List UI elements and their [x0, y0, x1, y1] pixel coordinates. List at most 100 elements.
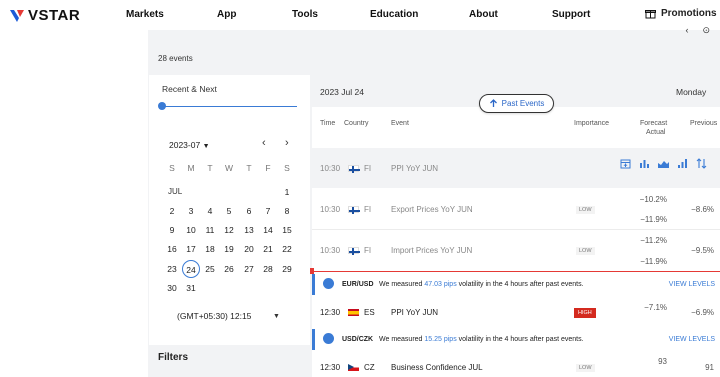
table-row[interactable]: 12:30 CZ Business Confidence JUL LOW 93 … [312, 353, 720, 377]
weekday-header: M [187, 163, 195, 173]
banner-pair: USD/CZK [342, 336, 374, 343]
calendar-day[interactable]: 5 [220, 202, 238, 220]
day-weekday: Monday [676, 87, 707, 97]
calendar-day[interactable]: 7 [259, 202, 277, 220]
calendar-day[interactable]: 3 [182, 202, 200, 220]
nav-support[interactable]: Support [552, 9, 590, 20]
calendar-day[interactable]: 1 [278, 183, 296, 201]
event-country: FI [348, 164, 371, 173]
timezone-select[interactable]: (GMT+05:30) 12:15 [177, 311, 251, 321]
row-tools [620, 158, 707, 169]
promotions-label: Promotions [661, 8, 717, 19]
table-row[interactable]: 12:30 ES PPI YoY JUN HIGH −7.1% −6.9% [312, 298, 720, 326]
range-slider-handle[interactable] [158, 102, 166, 110]
flag-fi-icon [348, 165, 360, 173]
bar-chart-icon[interactable] [639, 158, 650, 169]
flag-cz-icon [348, 364, 359, 371]
importance-badge: HIGH [574, 308, 596, 318]
view-levels-link[interactable]: VIEW LEVELS [669, 336, 715, 343]
table-row[interactable]: 10:30 FI Export Prices YoY JUN LOW −10.2… [312, 189, 720, 229]
banner-pips: 15.25 pips [424, 336, 457, 343]
calendar-day[interactable]: 10 [182, 221, 200, 239]
event-time: 10:30 [320, 246, 341, 255]
calendar-add-icon[interactable] [620, 158, 631, 169]
vstar-logo-icon [10, 9, 24, 22]
banner-msg-post: volatility in the 4 hours after past eve… [456, 336, 584, 343]
calendar-day[interactable]: 12 [220, 221, 238, 239]
event-name: Import Prices YoY JUN [391, 246, 473, 255]
event-time: 12:30 [320, 363, 341, 372]
flag-fi-icon [348, 247, 360, 255]
day-date: 2023 Jul 24 [320, 87, 364, 97]
calendar-day[interactable]: 15 [278, 221, 296, 239]
help-icon[interactable]: ⊙ [702, 25, 710, 36]
calendar-day[interactable]: 14 [259, 221, 277, 239]
brand-logo[interactable]: VSTAR [9, 7, 80, 24]
event-name: PPI YoY JUN [391, 308, 438, 317]
nav-app[interactable]: App [217, 9, 236, 20]
calendar-day[interactable]: 29 [278, 260, 296, 278]
calendar-day[interactable]: 30 [163, 279, 181, 297]
importance-badge: LOW [576, 247, 595, 255]
calendar-day[interactable]: 28 [259, 260, 277, 278]
nav-education[interactable]: Education [370, 9, 418, 20]
weekday-header: S [284, 163, 290, 173]
calendar-day[interactable]: 2 [163, 202, 181, 220]
previous-value: −8.6% [691, 205, 714, 214]
sort-icon[interactable] [696, 158, 707, 169]
caret-down-icon[interactable]: ▼ [273, 313, 280, 320]
calendar-day[interactable]: 16 [163, 240, 181, 258]
calendar-day[interactable]: 18 [201, 240, 219, 258]
flag-es-icon [348, 309, 359, 316]
area-chart-icon[interactable] [658, 158, 669, 169]
calendar-day[interactable]: 8 [278, 202, 296, 220]
event-name: Business Confidence JUL [391, 363, 483, 372]
next-month-icon[interactable]: › [285, 137, 289, 149]
calendar-day[interactable]: 9 [163, 221, 181, 239]
nav-about[interactable]: About [469, 9, 498, 20]
table-row[interactable]: 10:30 FI Import Prices YoY JUN LOW −11.2… [312, 230, 720, 270]
filters-heading[interactable]: Filters [158, 352, 188, 363]
calendar-month-label: JUL [168, 187, 183, 196]
country-code: FI [364, 164, 372, 173]
calendar-day[interactable]: 31 [182, 279, 200, 297]
calendar-day[interactable]: 21 [259, 240, 277, 258]
banner-message: We measured 15.25 pips volatility in the… [379, 336, 584, 343]
calendar-day[interactable]: 27 [240, 260, 258, 278]
calendar-day[interactable]: 20 [240, 240, 258, 258]
month-select[interactable]: 2023-07 ▼ [169, 140, 210, 150]
calendar-day[interactable]: 6 [240, 202, 258, 220]
arrow-up-icon [489, 99, 497, 107]
nav-markets[interactable]: Markets [126, 9, 164, 20]
prev-month-icon[interactable]: ‹ [262, 137, 266, 149]
calendar-day[interactable]: 13 [240, 221, 258, 239]
col-forecast: Forecast [640, 120, 668, 127]
calendar-day[interactable]: 25 [201, 260, 219, 278]
calendar-day[interactable]: 22 [278, 240, 296, 258]
col-importance: Importance [574, 120, 610, 127]
actual-value: −11.9% [640, 215, 667, 224]
calendar-day[interactable]: 11 [201, 221, 219, 239]
event-time: 10:30 [320, 205, 341, 214]
past-events-button[interactable]: Past Events [479, 94, 554, 113]
column-chart-icon[interactable] [677, 158, 688, 169]
nav-tools[interactable]: Tools [292, 9, 318, 20]
banner-pips: 47.03 pips [424, 281, 457, 288]
view-levels-link[interactable]: VIEW LEVELS [669, 281, 715, 288]
brand-name: VSTAR [28, 7, 81, 24]
calendar-day[interactable]: 26 [220, 260, 238, 278]
event-country: CZ [348, 363, 375, 372]
nav-promotions[interactable]: Promotions [645, 8, 717, 19]
range-slider-track[interactable] [162, 106, 297, 107]
event-name: Export Prices YoY JUN [391, 205, 473, 214]
calendar-day[interactable]: 17 [182, 240, 200, 258]
volatility-banner: EUR/USD We measured 47.03 pips volatilit… [312, 274, 720, 295]
calendar-day-selected[interactable]: 24 [182, 260, 200, 278]
forecast-value: −7.1% [644, 303, 667, 312]
calendar-day[interactable]: 4 [201, 202, 219, 220]
range-label: Recent & Next [162, 84, 217, 94]
calendar-day[interactable]: 19 [220, 240, 238, 258]
chevron-left-icon[interactable]: ‹ [685, 25, 688, 36]
calendar-day[interactable]: 23 [163, 260, 181, 278]
event-country: FI [348, 246, 371, 255]
